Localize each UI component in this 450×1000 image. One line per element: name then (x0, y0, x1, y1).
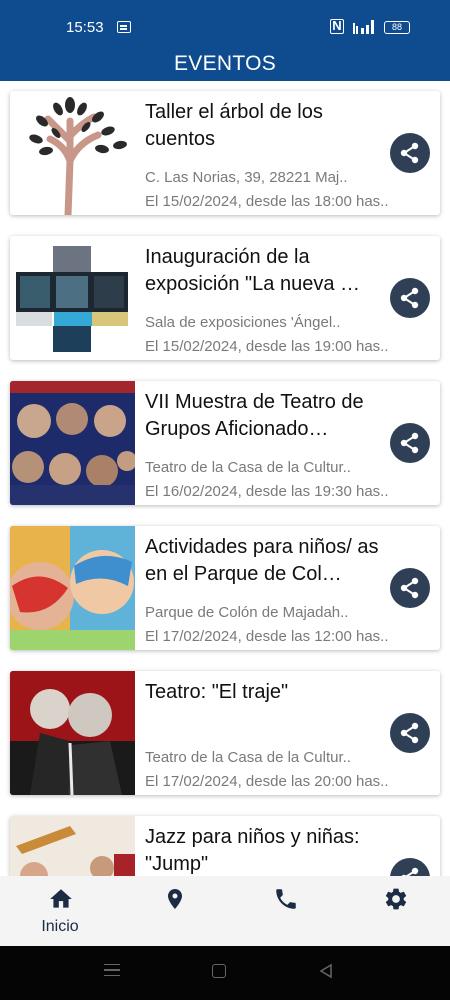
event-thumbnail (10, 236, 135, 360)
event-venue: Teatro de la Casa de la Cultur.. (145, 459, 351, 476)
home-icon (50, 889, 72, 908)
share-icon (400, 432, 419, 454)
event-venue: Teatro de la Casa de la Cultur.. (145, 749, 351, 766)
page-title: EVENTOS (0, 50, 450, 81)
nav-label: Inicio (41, 918, 79, 935)
share-button[interactable] (390, 568, 430, 608)
share-button[interactable] (390, 713, 430, 753)
event-thumbnail (10, 381, 135, 505)
message-icon (117, 21, 131, 33)
event-venue: Parque de Colón de Majadah.. (145, 604, 349, 621)
event-title: Taller el árbol de los cuentos (145, 101, 323, 150)
gear-icon (385, 888, 407, 910)
event-title: VII Muestra de Teatro de Grupos Aficiona… (145, 391, 364, 440)
nav-item-location[interactable] (119, 876, 231, 946)
nav-item-inicio[interactable]: Inicio (4, 876, 116, 946)
home-square-icon[interactable] (212, 964, 226, 978)
phone-icon (276, 889, 296, 909)
event-date: El 15/02/2024, desde las 19:00 has.. (145, 338, 389, 355)
event-title: Inauguración de la exposición "La nueva … (145, 246, 361, 295)
nav-item-phone[interactable] (229, 876, 341, 946)
event-thumbnail (10, 671, 135, 795)
event-date: El 17/02/2024, desde las 12:00 has.. (145, 628, 389, 645)
share-icon (400, 287, 419, 309)
location-pin-icon (168, 889, 182, 909)
share-button[interactable] (390, 858, 430, 876)
status-time: 15:53 (66, 19, 104, 36)
bottom-nav: Inicio (0, 876, 450, 946)
signal-4g-icon (353, 20, 374, 34)
event-card[interactable]: Jazz para niños y niñas: "Jump" (10, 816, 440, 876)
event-title: Actividades para niños/ as en el Parque … (145, 536, 379, 585)
event-date: El 16/02/2024, desde las 19:30 has.. (145, 483, 389, 500)
nav-item-settings[interactable] (339, 876, 450, 946)
status-bar: 15:53 N 88 (0, 0, 450, 50)
back-triangle-icon[interactable] (318, 963, 334, 979)
battery-icon: 88 (384, 21, 410, 34)
system-nav-bar (0, 946, 450, 1000)
event-venue: Sala de exposiciones 'Ángel.. (145, 314, 341, 331)
event-title: Jazz para niños y niñas: "Jump" (145, 826, 360, 875)
event-thumbnail (10, 816, 135, 876)
share-button[interactable] (390, 278, 430, 318)
nfc-icon: N (330, 19, 344, 34)
recent-apps-icon[interactable] (104, 964, 120, 976)
event-card[interactable]: Taller el árbol de los cuentos C. Las No… (10, 91, 440, 215)
events-list[interactable]: Taller el árbol de los cuentos C. Las No… (0, 81, 450, 876)
event-card[interactable]: Inauguración de la exposición "La nueva … (10, 236, 440, 360)
share-button[interactable] (390, 423, 430, 463)
event-card[interactable]: Actividades para niños/ as en el Parque … (10, 526, 440, 650)
event-thumbnail (10, 91, 135, 215)
share-icon (400, 577, 419, 599)
share-icon (401, 867, 419, 876)
share-button[interactable] (390, 133, 430, 173)
event-card[interactable]: VII Muestra de Teatro de Grupos Aficiona… (10, 381, 440, 505)
share-icon (400, 142, 419, 164)
event-thumbnail (10, 526, 135, 650)
event-card[interactable]: Teatro: "El traje" Teatro de la Casa de … (10, 671, 440, 795)
event-venue: C. Las Norias, 39, 28221 Maj.. (145, 169, 348, 186)
event-date: El 17/02/2024, desde las 20:00 has.. (145, 773, 389, 790)
share-icon (400, 722, 419, 744)
event-date: El 15/02/2024, desde las 18:00 has.. (145, 193, 389, 210)
event-title: Teatro: "El traje" (145, 681, 289, 703)
